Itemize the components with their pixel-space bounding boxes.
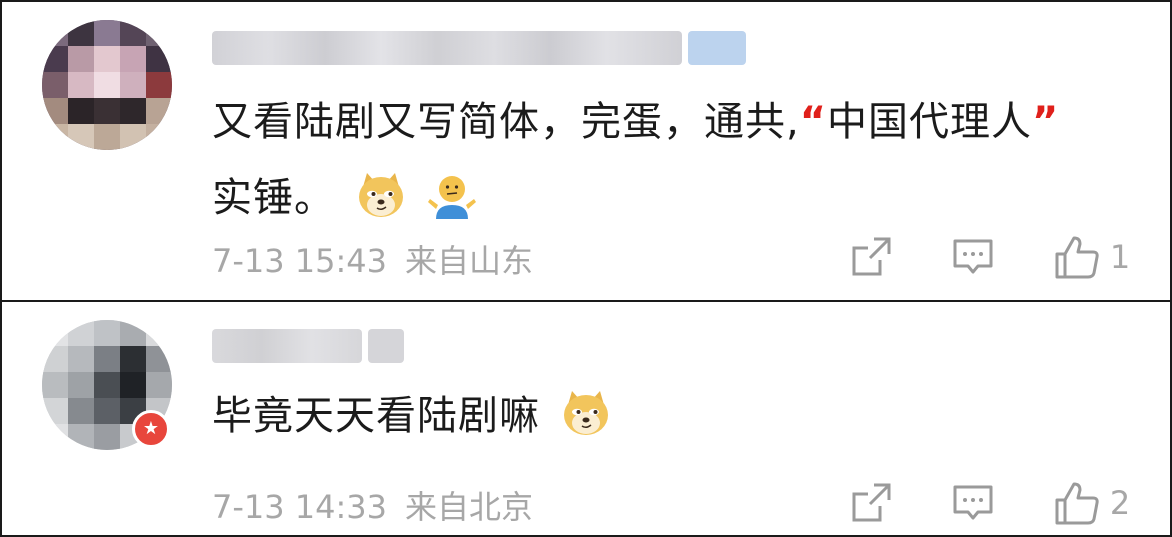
blurred-name bbox=[212, 329, 362, 363]
avatar[interactable] bbox=[42, 20, 172, 150]
comment-text-main: 毕竟天天看陆剧嘛 bbox=[212, 393, 540, 439]
reply-button[interactable] bbox=[950, 480, 996, 526]
comment-text: 毕竟天天看陆剧嘛 bbox=[212, 378, 1142, 454]
comment-text-tail: 实锤。 bbox=[212, 175, 335, 221]
like-button[interactable]: 2 bbox=[1052, 480, 1132, 526]
share-button[interactable] bbox=[848, 480, 894, 526]
quote-mark-close: ” bbox=[1032, 99, 1060, 145]
comment-actions: 2 bbox=[848, 480, 1132, 526]
blurred-name bbox=[212, 31, 682, 65]
share-icon bbox=[852, 483, 891, 522]
comment-text-main: 又看陆剧又写简体，完蛋，通共, bbox=[212, 99, 800, 145]
comment-item: 又看陆剧又写简体，完蛋，通共,“中国代理人” 实锤。 7-13 15:43 来自… bbox=[0, 0, 1172, 300]
comment-text: 又看陆剧又写简体，完蛋，通共,“中国代理人” 实锤。 bbox=[212, 84, 1142, 236]
share-button[interactable] bbox=[848, 234, 894, 280]
comment-actions: 1 bbox=[848, 234, 1132, 280]
shrug-emoji bbox=[426, 169, 478, 221]
like-count: 1 bbox=[1109, 238, 1131, 276]
blurred-badge bbox=[368, 329, 404, 363]
verified-star-badge: ★ bbox=[132, 410, 170, 448]
comment-location: 来自山东 bbox=[405, 242, 534, 280]
doge-emoji bbox=[355, 169, 407, 221]
comment-location: 来自北京 bbox=[405, 488, 534, 526]
comment-date: 7-13 14:33 bbox=[212, 488, 388, 526]
comment-item: ★ 毕竟天天看陆剧嘛 7-13 14:33 来自北京 2 bbox=[0, 302, 1172, 537]
username-blurred[interactable] bbox=[212, 28, 746, 68]
comment-date: 7-13 15:43 bbox=[212, 242, 388, 280]
reply-icon bbox=[953, 485, 993, 520]
like-button[interactable]: 1 bbox=[1052, 234, 1132, 280]
thumbs-up-icon bbox=[1055, 482, 1099, 525]
doge-emoji bbox=[560, 387, 612, 439]
reply-icon bbox=[953, 239, 993, 274]
thumbs-up-icon bbox=[1055, 236, 1099, 279]
share-icon bbox=[852, 237, 891, 276]
like-count: 2 bbox=[1109, 484, 1131, 522]
quoted-text: 中国代理人 bbox=[827, 99, 1033, 145]
blurred-badge bbox=[688, 31, 746, 65]
quote-mark-open: “ bbox=[799, 99, 828, 145]
comment-meta: 7-13 14:33 来自北京 bbox=[212, 482, 551, 528]
comment-meta: 7-13 15:43 来自山东 bbox=[212, 236, 551, 282]
username-blurred[interactable] bbox=[212, 326, 404, 366]
reply-button[interactable] bbox=[950, 234, 996, 280]
